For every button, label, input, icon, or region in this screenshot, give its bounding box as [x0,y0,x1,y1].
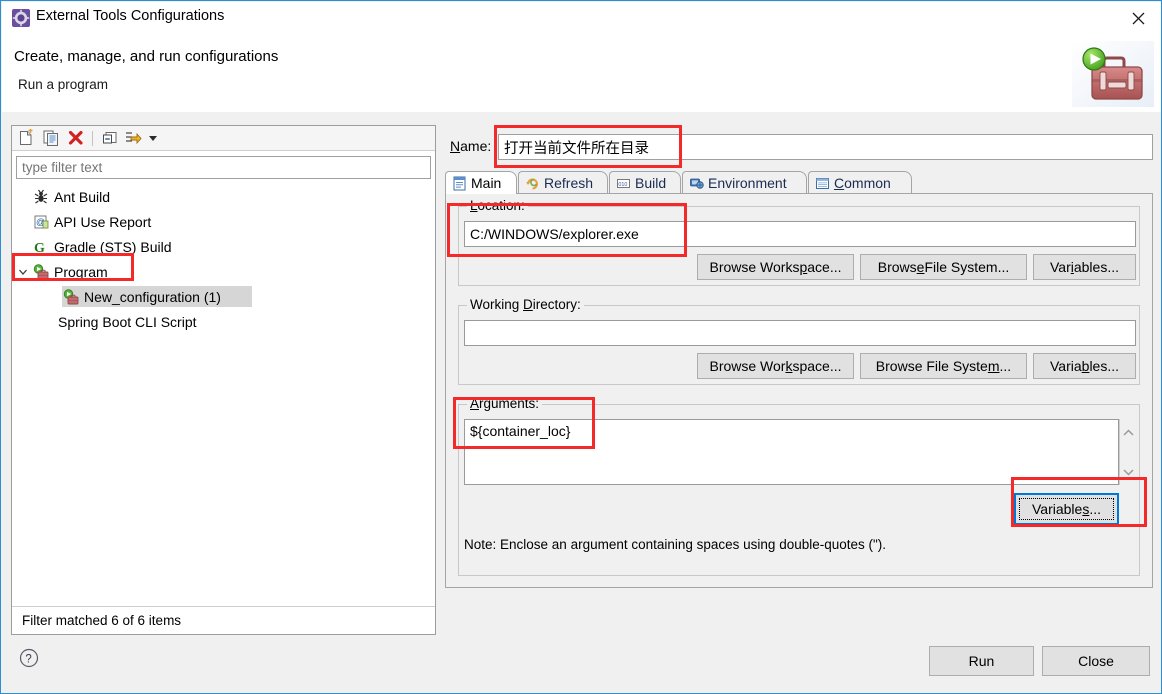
tab-label: Refresh [544,175,594,191]
tab-label: Common [834,175,891,191]
location-group: Location: Browse Workspace... Browse Fil… [458,198,1140,286]
tree-item-spring-boot-cli-script[interactable]: Spring Boot CLI Script [14,309,433,334]
svg-text:?: ? [25,653,31,665]
location-browse-file-system-button[interactable]: Brows e File System... [860,254,1027,280]
window-title: External Tools Configurations [36,8,225,24]
tree-item-label: Spring Boot CLI Script [58,313,197,330]
arguments-variables-button[interactable]: Variable s... [1014,493,1119,525]
close-button[interactable]: Close [1042,646,1150,676]
chevron-down-icon[interactable] [1123,464,1134,479]
collapse-all-icon[interactable] [101,129,121,148]
page-subtitle: Run a program [18,77,109,92]
close-icon[interactable] [1116,2,1161,33]
tree-item-label: Gradle (STS) Build [54,238,172,255]
tab-label: Build [635,175,667,191]
filter-input[interactable] [16,156,431,179]
common-tab-icon [814,175,830,191]
name-input[interactable] [498,134,1153,160]
tree-item-api-use-report[interactable]: @ API Use Report [14,209,433,234]
arguments-scrollbar[interactable] [1119,419,1136,485]
tab-refresh[interactable]: Refresh [518,171,608,194]
working-directory-group-label: Working Directory: [467,297,584,312]
program-icon [32,263,50,281]
toolbar-separator [92,131,93,146]
tree-item-ant-build[interactable]: Ant Build [14,184,433,209]
name-row: Name: [445,134,1153,160]
title-bar: External Tools Configurations [2,2,1161,34]
filter-launch-icon[interactable] [124,129,144,148]
configuration-tabs: Main Refresh 010 Build Environment Commo… [445,171,1153,588]
help-icon[interactable]: ? [19,648,39,668]
working-directory-input[interactable] [464,320,1136,346]
tab-strip: Main Refresh 010 Build Environment Commo… [445,171,1153,194]
location-group-label: Location: [467,198,528,213]
configurations-toolbar [12,126,435,151]
run-button[interactable]: Run [929,646,1034,676]
working-directory-variables-button[interactable]: Varia b les... [1033,353,1136,379]
dialog-header: Create, manage, and run configurations R… [2,34,1161,112]
chevron-up-icon[interactable] [1123,425,1134,440]
arguments-textarea[interactable]: ${container_loc} [464,419,1119,485]
svg-text:G: G [34,241,45,255]
working-directory-browse-workspace-button[interactable]: Browse Wor k space... [697,353,854,379]
svg-text:010: 010 [618,181,627,187]
view-menu-dropdown-icon[interactable] [146,129,160,148]
environment-tab-icon [688,175,704,191]
location-browse-workspace-button[interactable]: Browse Works p ace... [697,254,854,280]
chevron-down-icon[interactable] [14,259,32,284]
configurations-panel: Ant Build @ API Use Report [11,125,436,635]
tree-item-label: Ant Build [54,188,111,205]
main-tab-content: Location: Browse Workspace... Browse Fil… [445,193,1153,588]
tab-main[interactable]: Main [445,171,517,194]
toolbox-run-icon [1072,41,1154,107]
delete-configuration-icon[interactable] [67,129,87,148]
duplicate-configuration-icon[interactable] [42,129,62,148]
tree-item-label: New_configuration (1) [84,288,221,305]
external-tools-icon [12,9,30,27]
dialog-body: Ant Build @ API Use Report [2,112,1161,693]
page-title: Create, manage, and run configurations [14,48,279,65]
arguments-note: Note: Enclose an argument containing spa… [464,537,887,552]
working-directory-browse-file-system-button[interactable]: Browse File Syste m... [860,353,1027,379]
arguments-group: Arguments: ${container_loc} Variable s... [458,396,1140,576]
working-directory-group: Working Directory: Browse Wor k space... B… [458,297,1140,385]
filter-status-text: Filter matched 6 of 6 items [22,613,182,628]
new-configuration-icon[interactable] [17,129,37,148]
main-tab-icon [451,175,467,191]
program-config-icon [62,288,80,306]
gradle-icon: G [32,238,50,256]
arguments-group-label: Arguments: [467,396,543,411]
tree-item-gradle-sts-build[interactable]: G Gradle (STS) Build [14,234,433,259]
configurations-tree[interactable]: Ant Build @ API Use Report G Gradle (STS… [14,184,433,574]
tab-label: Environment [708,175,787,191]
tree-item-label: API Use Report [54,213,152,230]
tab-label: Main [471,175,502,191]
api-use-report-icon: @ [32,213,50,231]
tab-common[interactable]: Common [808,171,912,194]
tree-item-new-configuration[interactable]: New_configuration (1) [14,284,433,309]
configuration-editor-panel: Name: Main [445,125,1153,635]
tab-environment[interactable]: Environment [682,171,807,194]
location-variables-button[interactable]: Var i ables... [1033,254,1136,280]
ant-icon [32,188,50,206]
tree-item-label: Program [54,263,108,280]
location-input[interactable] [464,221,1136,247]
filter-status-bar: Filter matched 6 of 6 items [12,606,435,634]
tab-build[interactable]: 010 Build [609,171,681,194]
build-tab-icon: 010 [615,175,631,191]
tree-item-program[interactable]: Program [14,259,433,284]
name-label: Name: [450,138,492,154]
refresh-tab-icon [524,175,540,191]
external-tools-configurations-dialog: External Tools Configurations Create, ma… [0,0,1162,694]
